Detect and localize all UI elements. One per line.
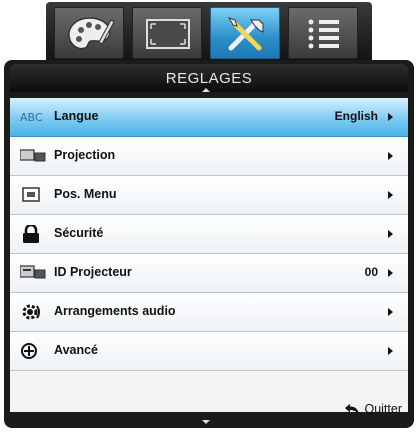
menu-item-pos-menu[interactable]: Pos. Menu — [10, 176, 408, 215]
menu-item-label: Langue — [54, 109, 99, 123]
chevron-right-icon — [388, 347, 393, 355]
chevron-right-icon — [388, 191, 393, 199]
menu-item-securite[interactable]: Sécurité — [10, 215, 408, 254]
tab-options[interactable] — [288, 7, 358, 59]
return-arrow-icon — [345, 404, 360, 414]
menu-item-value: 00 — [364, 265, 378, 279]
chevron-right-icon — [388, 113, 393, 121]
lock-icon — [23, 225, 39, 243]
projector-id-icon — [20, 265, 46, 279]
menu-list: ABC Langue English Projection Pos. Menu … — [10, 98, 408, 416]
tab-picture[interactable] — [54, 7, 124, 59]
language-icon: ABC — [20, 111, 43, 124]
osd-menu: REGLAGES ABC Langue English Projection P… — [4, 2, 414, 428]
page-title: REGLAGES — [165, 70, 253, 87]
chevron-right-icon — [388, 308, 393, 316]
audio-settings-icon — [22, 304, 40, 320]
svg-text:ABC: ABC — [20, 111, 43, 124]
menu-item-label: Pos. Menu — [54, 187, 117, 201]
scroll-down-icon[interactable] — [202, 420, 210, 424]
menu-item-label: Arrangements audio — [54, 304, 176, 318]
menu-item-label: Sécurité — [54, 226, 104, 240]
tools-icon — [227, 17, 264, 51]
menu-item-projection[interactable]: Projection — [10, 137, 408, 176]
chevron-right-icon — [388, 269, 393, 277]
menu-item-arrangements-audio[interactable]: Arrangements audio — [10, 293, 408, 332]
menu-item-avance[interactable]: Avancé — [10, 332, 408, 371]
chevron-right-icon — [388, 230, 393, 238]
menu-item-label: Projection — [54, 148, 116, 162]
advanced-icon — [21, 343, 37, 359]
tab-settings[interactable] — [210, 7, 280, 59]
scroll-up-icon[interactable] — [202, 88, 210, 92]
menu-item-id-projecteur[interactable]: ID Projecteur 00 — [10, 254, 408, 293]
tab-screen[interactable] — [132, 7, 202, 59]
menu-item-label: Avancé — [54, 343, 99, 357]
screen-frame-icon — [146, 19, 190, 49]
menu-item-label: ID Projecteur — [54, 265, 132, 279]
menu-item-value: English — [334, 109, 378, 123]
quit-label: Quitter — [364, 402, 402, 416]
settings-panel: REGLAGES ABC Langue English Projection P… — [4, 60, 414, 428]
list-icon — [308, 19, 339, 49]
quit-button[interactable]: Quitter — [344, 402, 402, 416]
menu-item-langue[interactable]: ABC Langue English — [10, 98, 408, 137]
menu-position-icon — [22, 187, 40, 202]
chevron-right-icon — [388, 152, 393, 160]
projection-icon — [20, 149, 46, 162]
palette-icon — [68, 17, 115, 50]
tab-bar — [46, 2, 372, 64]
